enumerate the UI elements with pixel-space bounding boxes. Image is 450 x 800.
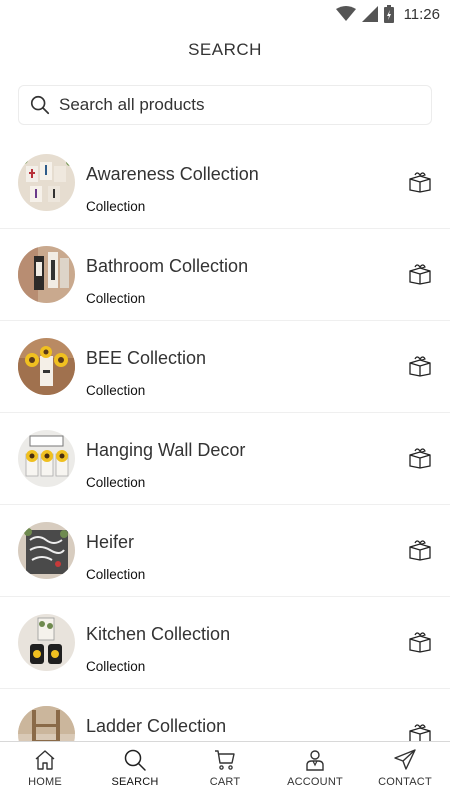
gift-box-icon[interactable] bbox=[408, 263, 432, 285]
tab-label: HOME bbox=[28, 776, 62, 788]
list-item[interactable]: Ladder Collection Collection bbox=[0, 689, 450, 741]
list-item[interactable]: Awareness Collection Collection bbox=[0, 137, 450, 229]
item-type: Collection bbox=[86, 383, 146, 398]
product-thumbnail bbox=[18, 706, 75, 741]
tab-cart[interactable]: CART bbox=[180, 742, 270, 800]
bottom-tab-bar: HOME SEARCH CART ACCOUNT CONTACT bbox=[0, 741, 450, 800]
tab-label: CART bbox=[209, 776, 241, 788]
account-icon bbox=[306, 750, 324, 771]
wifi-icon bbox=[335, 6, 356, 21]
gift-box-icon[interactable] bbox=[408, 355, 432, 377]
gift-box-icon[interactable] bbox=[408, 171, 432, 193]
list-item[interactable]: BEE Collection Collection bbox=[0, 321, 450, 413]
product-thumbnail bbox=[18, 614, 75, 671]
item-type: Collection bbox=[86, 199, 146, 214]
status-bar: 11:26 bbox=[0, 0, 450, 28]
item-name: Hanging Wall Decor bbox=[86, 440, 246, 460]
item-type: Collection bbox=[86, 659, 146, 674]
tab-home[interactable]: HOME bbox=[0, 742, 90, 800]
page-title: SEARCH bbox=[188, 40, 262, 59]
product-thumbnail bbox=[18, 430, 75, 487]
item-type: Collection bbox=[86, 291, 146, 306]
item-name: Ladder Collection bbox=[86, 716, 227, 736]
status-time: 11:26 bbox=[403, 5, 440, 23]
gift-box-icon[interactable] bbox=[408, 723, 432, 741]
product-thumbnail bbox=[18, 338, 75, 395]
search-placeholder: Search all products bbox=[59, 95, 205, 114]
home-icon bbox=[35, 750, 55, 770]
tab-label: ACCOUNT bbox=[287, 776, 343, 788]
item-name: Awareness Collection bbox=[86, 164, 259, 184]
signal-icon bbox=[361, 6, 378, 22]
tab-label: SEARCH bbox=[111, 776, 159, 788]
search-input[interactable]: Search all products bbox=[18, 85, 432, 125]
list-item[interactable]: Bathroom Collection Collection bbox=[0, 229, 450, 321]
list-item[interactable]: Heifer Collection bbox=[0, 505, 450, 597]
gift-box-icon[interactable] bbox=[408, 539, 432, 561]
list-item[interactable]: Hanging Wall Decor Collection bbox=[0, 413, 450, 505]
product-thumbnail bbox=[18, 154, 75, 211]
send-icon bbox=[394, 749, 416, 770]
product-thumbnail bbox=[18, 522, 75, 579]
item-type: Collection bbox=[86, 475, 146, 490]
battery-icon bbox=[383, 5, 394, 23]
search-icon bbox=[124, 749, 146, 771]
tab-contact[interactable]: CONTACT bbox=[360, 742, 450, 800]
gift-box-icon[interactable] bbox=[408, 631, 432, 653]
product-thumbnail bbox=[18, 246, 75, 303]
tab-account[interactable]: ACCOUNT bbox=[270, 742, 360, 800]
tab-label: CONTACT bbox=[378, 776, 432, 788]
cart-icon bbox=[215, 750, 235, 770]
results-list: Awareness Collection Collection Bathroom… bbox=[0, 137, 450, 741]
item-name: Heifer bbox=[86, 532, 135, 552]
tab-search[interactable]: SEARCH bbox=[90, 742, 180, 800]
search-icon bbox=[30, 95, 50, 115]
item-type: Collection bbox=[86, 567, 146, 582]
gift-box-icon[interactable] bbox=[408, 447, 432, 469]
item-name: Kitchen Collection bbox=[86, 624, 231, 644]
list-item[interactable]: Kitchen Collection Collection bbox=[0, 597, 450, 689]
item-name: BEE Collection bbox=[86, 348, 207, 368]
page-header: SEARCH bbox=[0, 28, 450, 72]
item-name: Bathroom Collection bbox=[86, 256, 249, 276]
